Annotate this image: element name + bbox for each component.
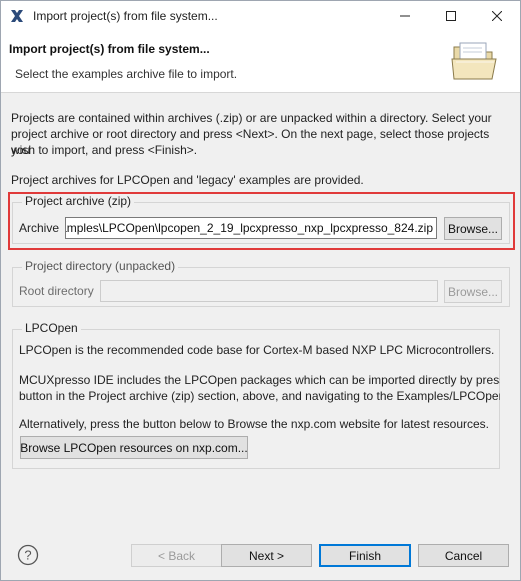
project-directory-group-title: Project directory (unpacked): [22, 259, 179, 273]
next-button[interactable]: Next >: [221, 544, 312, 567]
button-bar: ? < Back Next > Finish Cancel: [1, 534, 520, 580]
wizard-content: Projects are contained within archives (…: [1, 94, 520, 534]
minimize-icon: [400, 15, 410, 17]
back-button[interactable]: < Back: [131, 544, 222, 567]
wizard-title: Import project(s) from file system...: [9, 42, 210, 56]
archive-label: Archive: [19, 221, 60, 235]
archive-path-input[interactable]: C:\nxp\MCUXpressoIDE\ide\Examples\LPCOpe…: [65, 217, 437, 239]
intro-line-3: wish to import, and press <Finish>.: [11, 143, 198, 157]
root-directory-label: Root directory: [19, 284, 94, 298]
lpcopen-para-1: LPCOpen is the recommended code base for…: [19, 343, 495, 357]
root-directory-browse-button[interactable]: Browse...: [444, 280, 502, 303]
archive-path-value: C:\nxp\MCUXpressoIDE\ide\Examples\LPCOpe…: [66, 221, 433, 235]
svg-text:?: ?: [24, 548, 31, 563]
app-icon: [9, 8, 25, 24]
lpcopen-para-3: Alternatively, press the button below to…: [19, 417, 490, 431]
folder-icon: [451, 42, 497, 80]
minimize-button[interactable]: [382, 1, 428, 31]
maximize-button[interactable]: [428, 1, 474, 31]
maximize-icon: [446, 11, 456, 21]
close-button[interactable]: [474, 1, 520, 31]
cancel-button[interactable]: Cancel: [418, 544, 509, 567]
lpcopen-group-title: LPCOpen: [22, 321, 81, 335]
finish-button[interactable]: Finish: [319, 544, 411, 567]
intro-line-1: Projects are contained within archives (…: [11, 111, 492, 125]
browse-lpcopen-button[interactable]: Browse LPCOpen resources on nxp.com...: [20, 436, 248, 459]
project-archive-group-title: Project archive (zip): [22, 194, 135, 208]
title-bar: Import project(s) from file system...: [1, 1, 520, 31]
wizard-subtitle: Select the examples archive file to impo…: [15, 67, 238, 81]
window-title: Import project(s) from file system...: [33, 9, 218, 23]
help-icon[interactable]: ?: [17, 544, 39, 566]
lpcopen-para-2-line-2: button in the Project archive (zip) sect…: [19, 389, 500, 403]
archive-browse-button[interactable]: Browse...: [444, 217, 502, 240]
wizard-header: Import project(s) from file system... Se…: [1, 31, 520, 93]
root-directory-input[interactable]: [100, 280, 438, 302]
lpcopen-para-2-line-1: MCUXpresso IDE includes the LPCOpen pack…: [19, 373, 500, 387]
import-dialog: Import project(s) from file system... Im…: [0, 0, 521, 581]
close-icon: [492, 11, 502, 21]
intro-line-4: Project archives for LPCOpen and 'legacy…: [11, 173, 364, 187]
